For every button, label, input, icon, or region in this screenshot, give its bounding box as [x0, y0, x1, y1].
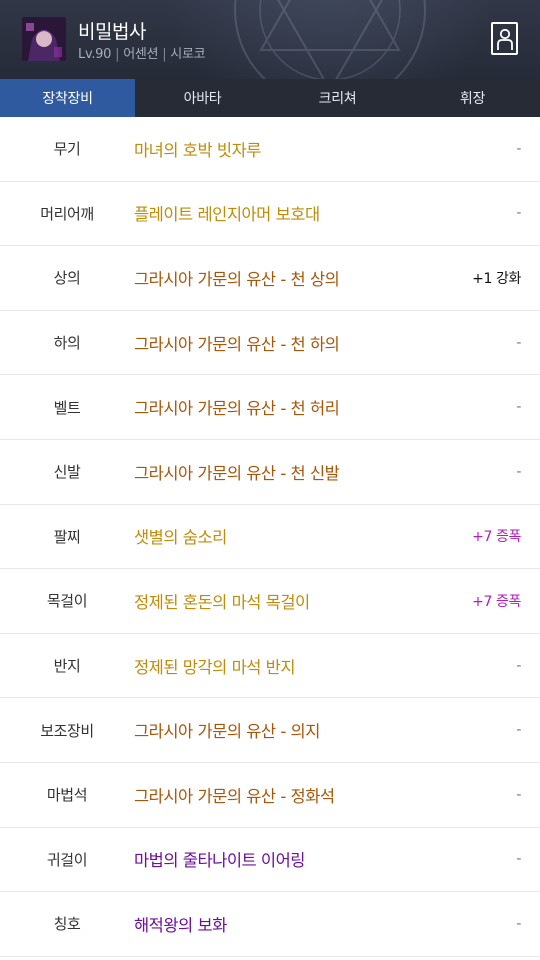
equipment-row[interactable]: 벨트 그라시아 가문의 유산 - 천 허리 - — [0, 375, 540, 440]
tab-emblem[interactable]: 휘장 — [405, 79, 540, 117]
equipment-slot-label: 머리어깨 — [40, 204, 94, 223]
equipment-upgrade-status: - — [516, 657, 521, 674]
character-info: Lv.90 | 어센션 | 시로코 — [78, 43, 206, 62]
equipment-item-name[interactable]: 마녀의 호박 빗자루 — [134, 137, 540, 161]
character-level: Lv.90 — [78, 47, 112, 62]
equipment-row[interactable]: 귀걸이 마법의 줄타나이트 이어링 - — [0, 828, 540, 893]
character-header: 비밀법사 Lv.90 | 어센션 | 시로코 — [0, 0, 540, 79]
equipment-slot-label: 칭호 — [53, 915, 81, 934]
equipment-row[interactable]: 신발 그라시아 가문의 유산 - 천 신발 - — [0, 440, 540, 505]
profile-button[interactable] — [491, 22, 518, 55]
equipment-upgrade-status: - — [516, 463, 521, 480]
equipment-upgrade-status: - — [516, 399, 521, 416]
equipment-list: 무기 마녀의 호박 빗자루 - 머리어깨 플레이트 레인지아머 보호대 - 상의 그라시아 가… — [0, 117, 540, 957]
equipment-upgrade-status: - — [516, 140, 521, 157]
equipment-row[interactable]: 팔찌 샛별의 숨소리 +7 증폭 — [0, 505, 540, 570]
equipment-upgrade-status: +1 강화 — [472, 270, 521, 287]
tab-equipment[interactable]: 장착장비 — [0, 79, 135, 117]
character-avatar[interactable] — [22, 17, 66, 61]
equipment-upgrade-status: - — [516, 915, 521, 932]
magic-circle-emblem — [234, 0, 426, 79]
equipment-slot-label: 벨트 — [53, 398, 81, 417]
equipment-item-name[interactable]: 해적왕의 보화 — [134, 912, 540, 936]
equipment-upgrade-status: - — [516, 334, 521, 351]
equipment-row[interactable]: 칭호 해적왕의 보화 - — [0, 892, 540, 957]
equipment-slot-label: 반지 — [53, 657, 81, 676]
equipment-row[interactable]: 상의 그라시아 가문의 유산 - 천 상의 +1 강화 — [0, 246, 540, 311]
equipment-item-name[interactable]: 플레이트 레인지아머 보호대 — [134, 201, 540, 225]
character-guild: 시로코 — [170, 47, 206, 62]
equipment-row[interactable]: 머리어깨 플레이트 레인지아머 보호대 - — [0, 182, 540, 247]
tab-creature[interactable]: 크리쳐 — [270, 79, 405, 117]
equipment-row[interactable]: 마법석 그라시아 가문의 유산 - 정화석 - — [0, 763, 540, 828]
equipment-upgrade-status: +7 증폭 — [472, 593, 521, 610]
info-separator: | — [162, 47, 167, 62]
equipment-slot-label: 상의 — [53, 269, 81, 288]
equipment-item-name[interactable]: 그라시아 가문의 유산 - 정화석 — [134, 783, 540, 807]
equipment-upgrade-status: - — [516, 786, 521, 803]
equipment-slot-label: 귀걸이 — [46, 850, 88, 869]
tab-bar: 장착장비 아바타 크리쳐 휘장 — [0, 79, 540, 117]
equipment-item-name[interactable]: 그라시아 가문의 유산 - 천 신발 — [134, 460, 540, 484]
equipment-upgrade-status: +7 증폭 — [472, 529, 521, 546]
equipment-item-name[interactable]: 정제된 망각의 마석 반지 — [134, 654, 540, 678]
equipment-slot-label: 팔찌 — [53, 527, 81, 546]
equipment-upgrade-status: - — [516, 851, 521, 868]
equipment-item-name[interactable]: 마법의 줄타나이트 이어링 — [134, 847, 540, 871]
equipment-row[interactable]: 목걸이 정제된 혼돈의 마석 목걸이 +7 증폭 — [0, 569, 540, 634]
equipment-item-name[interactable]: 그라시아 가문의 유산 - 의지 — [134, 718, 540, 742]
equipment-slot-label: 무기 — [53, 140, 81, 159]
equipment-row[interactable]: 무기 마녀의 호박 빗자루 - — [0, 117, 540, 182]
info-separator: | — [115, 47, 120, 62]
equipment-item-name[interactable]: 그라시아 가문의 유산 - 천 하의 — [134, 331, 540, 355]
equipment-slot-label: 보조장비 — [40, 721, 94, 740]
equipment-slot-label: 신발 — [53, 463, 81, 482]
equipment-item-name[interactable]: 그라시아 가문의 유산 - 천 허리 — [134, 395, 540, 419]
equipment-row[interactable]: 하의 그라시아 가문의 유산 - 천 하의 - — [0, 311, 540, 376]
equipment-row[interactable]: 보조장비 그라시아 가문의 유산 - 의지 - — [0, 698, 540, 763]
equipment-upgrade-status: - — [516, 722, 521, 739]
equipment-slot-label: 목걸이 — [46, 592, 88, 611]
user-profile-icon — [496, 28, 513, 50]
tab-avatar[interactable]: 아바타 — [135, 79, 270, 117]
equipment-row[interactable]: 반지 정제된 망각의 마석 반지 - — [0, 634, 540, 699]
equipment-upgrade-status: - — [516, 205, 521, 222]
character-job: 어센션 — [123, 47, 159, 62]
equipment-slot-label: 하의 — [53, 334, 81, 353]
equipment-slot-label: 마법석 — [46, 786, 88, 805]
character-name: 비밀법사 — [78, 21, 146, 43]
